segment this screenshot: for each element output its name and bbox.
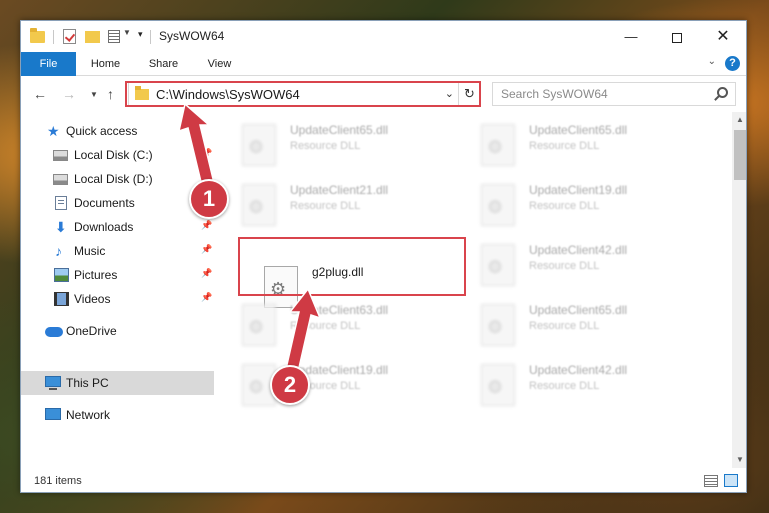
annotation-arrows bbox=[177, 102, 322, 373]
arrow-1 bbox=[177, 102, 215, 187]
step-2-badge: 2 bbox=[270, 365, 310, 405]
arrow-2 bbox=[285, 287, 322, 373]
step-1-badge: 1 bbox=[189, 179, 229, 219]
